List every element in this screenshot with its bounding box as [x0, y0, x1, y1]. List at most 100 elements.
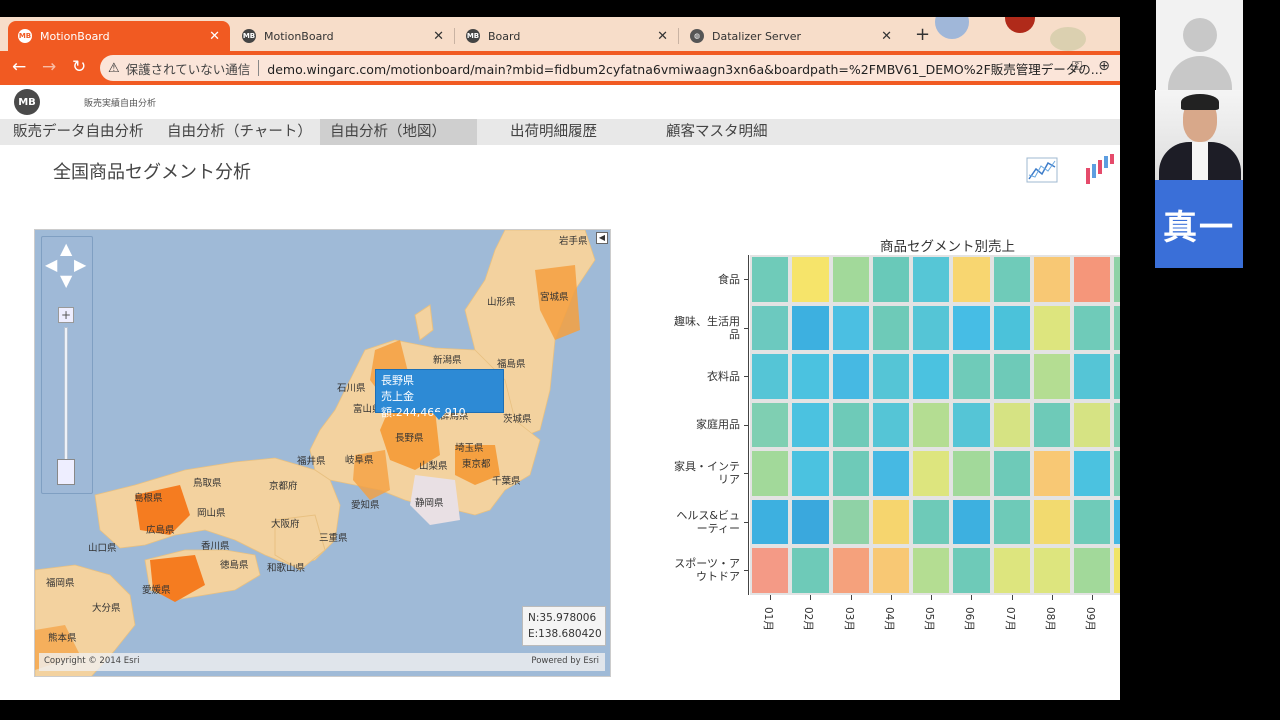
heatmap-cell[interactable]	[1112, 303, 1120, 352]
heatmap-cell[interactable]	[750, 255, 791, 304]
heatmap-cell[interactable]	[750, 400, 791, 449]
collapse-icon[interactable]: ◀	[596, 232, 608, 244]
heatmap-cell[interactable]	[911, 497, 952, 546]
heatmap-cell[interactable]	[911, 449, 952, 498]
address-bar[interactable]: ⚠ 保護されていない通信 demo.wingarc.com/motionboar…	[100, 55, 1120, 81]
heatmap-cell[interactable]	[1072, 255, 1113, 304]
heatmap-cell[interactable]	[1072, 303, 1113, 352]
heatmap-cell[interactable]	[790, 400, 831, 449]
heatmap-cell[interactable]	[951, 303, 992, 352]
pan-right-icon[interactable]: ▶	[74, 255, 86, 274]
heatmap-cell[interactable]	[830, 255, 871, 304]
heatmap-cell[interactable]	[830, 400, 871, 449]
back-icon[interactable]: ←	[12, 57, 26, 77]
heatmap-cell[interactable]	[911, 400, 952, 449]
heatmap-cell[interactable]	[1112, 546, 1120, 595]
heatmap-cell[interactable]	[870, 449, 911, 498]
heatmap-cell[interactable]	[951, 546, 992, 595]
zoom-slider-track[interactable]	[64, 327, 68, 477]
heatmap-cell[interactable]	[1072, 449, 1113, 498]
heatmap-cell[interactable]	[1072, 352, 1113, 401]
close-icon[interactable]: ✕	[209, 29, 220, 44]
heatmap-cell[interactable]	[911, 255, 952, 304]
tab-board[interactable]: MB Board ✕	[456, 21, 679, 51]
forward-icon[interactable]: →	[42, 57, 56, 77]
pan-zoom-control[interactable]: ▲ ◀ ▶ ▼ +	[41, 236, 93, 494]
heatmap-cell[interactable]	[750, 497, 791, 546]
heatmap-cell[interactable]	[830, 546, 871, 595]
heatmap-cell[interactable]	[870, 546, 911, 595]
heatmap-cell[interactable]	[1031, 497, 1072, 546]
heatmap-cell[interactable]	[750, 303, 791, 352]
menu-item-map-analysis[interactable]: 自由分析（地図）	[320, 119, 477, 145]
heatmap-cell[interactable]	[991, 352, 1032, 401]
tab-motionboard-2[interactable]: MB MotionBoard ✕	[232, 21, 455, 51]
heatmap-cell[interactable]	[991, 497, 1032, 546]
new-tab-button[interactable]: +	[915, 24, 930, 45]
heatmap-cell[interactable]	[790, 352, 831, 401]
close-icon[interactable]: ✕	[657, 29, 668, 44]
heatmap-cell[interactable]	[1112, 449, 1120, 498]
scatter-chart-icon[interactable]	[1026, 157, 1058, 183]
bar-chart-icon[interactable]	[1085, 154, 1120, 186]
heatmap-cell[interactable]	[870, 400, 911, 449]
heatmap-cell[interactable]	[750, 352, 791, 401]
heatmap-cell[interactable]	[951, 497, 992, 546]
heatmap-cell[interactable]	[790, 497, 831, 546]
heatmap-cell[interactable]	[790, 546, 831, 595]
reload-icon[interactable]: ↻	[72, 57, 86, 77]
heatmap-cell[interactable]	[991, 400, 1032, 449]
heatmap-cell[interactable]	[911, 546, 952, 595]
heatmap-cell[interactable]	[951, 255, 992, 304]
tab-motionboard-1[interactable]: MB MotionBoard ✕	[8, 21, 230, 51]
heatmap-cell[interactable]	[1031, 255, 1072, 304]
menu-item-chart-analysis[interactable]: 自由分析（チャート）	[157, 119, 322, 145]
heatmap-cell[interactable]	[870, 352, 911, 401]
menu-item-customer-master[interactable]: 顧客マスタ明細	[656, 119, 778, 145]
zoom-in-button[interactable]: +	[58, 307, 74, 323]
heatmap-cell[interactable]	[1072, 400, 1113, 449]
heatmap-cell[interactable]	[951, 400, 992, 449]
heatmap-cell[interactable]	[750, 546, 791, 595]
heatmap-cell[interactable]	[991, 255, 1032, 304]
menu-item-shipment-history[interactable]: 出荷明細履歴	[500, 119, 607, 145]
heatmap-cell[interactable]	[1031, 400, 1072, 449]
heatmap-cell[interactable]	[830, 497, 871, 546]
heatmap-cell[interactable]	[1031, 303, 1072, 352]
heatmap-cell[interactable]	[830, 352, 871, 401]
tab-datalizer[interactable]: ◍ Datalizer Server ✕	[680, 21, 902, 51]
heatmap-cell[interactable]	[991, 303, 1032, 352]
heatmap-cell[interactable]	[1031, 546, 1072, 595]
japan-map[interactable]: ▲ ◀ ▶ ▼ + ◀ 岩手県 山形県 宮城県 新潟県 福島県 石川県 富山県 …	[34, 229, 611, 677]
pan-up-icon[interactable]: ▲	[60, 239, 72, 258]
heatmap-cell[interactable]	[830, 303, 871, 352]
zoom-slider-handle[interactable]	[57, 459, 75, 485]
heatmap-cell[interactable]	[1031, 352, 1072, 401]
heatmap-cell[interactable]	[911, 352, 952, 401]
zoom-icon[interactable]: ⊕	[1098, 58, 1110, 74]
heatmap-cell[interactable]	[1072, 497, 1113, 546]
heatmap-cell[interactable]	[750, 449, 791, 498]
heatmap-cell[interactable]	[790, 449, 831, 498]
heatmap-cell[interactable]	[870, 303, 911, 352]
heatmap-cell[interactable]	[991, 449, 1032, 498]
heatmap-cell[interactable]	[870, 255, 911, 304]
pan-down-icon[interactable]: ▼	[60, 271, 72, 290]
heatmap-cell[interactable]	[1031, 449, 1072, 498]
heatmap-cell[interactable]	[1112, 255, 1120, 304]
heatmap-cell[interactable]	[991, 546, 1032, 595]
pan-left-icon[interactable]: ◀	[45, 255, 57, 274]
heatmap-cell[interactable]	[951, 352, 992, 401]
heatmap-cell[interactable]	[830, 449, 871, 498]
heatmap-cell[interactable]	[1112, 497, 1120, 546]
key-icon[interactable]: ⚿	[1072, 59, 1082, 74]
heatmap-cell[interactable]	[790, 255, 831, 304]
heatmap-cell[interactable]	[1112, 400, 1120, 449]
warning-icon[interactable]: ⚠	[108, 61, 120, 76]
heatmap-cell[interactable]	[790, 303, 831, 352]
heatmap-cell[interactable]	[1112, 352, 1120, 401]
heatmap-cell[interactable]	[870, 497, 911, 546]
heatmap-cell[interactable]	[911, 303, 952, 352]
heatmap-cell[interactable]	[951, 449, 992, 498]
menu-item-sales-analysis[interactable]: 販売データ自由分析	[3, 119, 154, 145]
